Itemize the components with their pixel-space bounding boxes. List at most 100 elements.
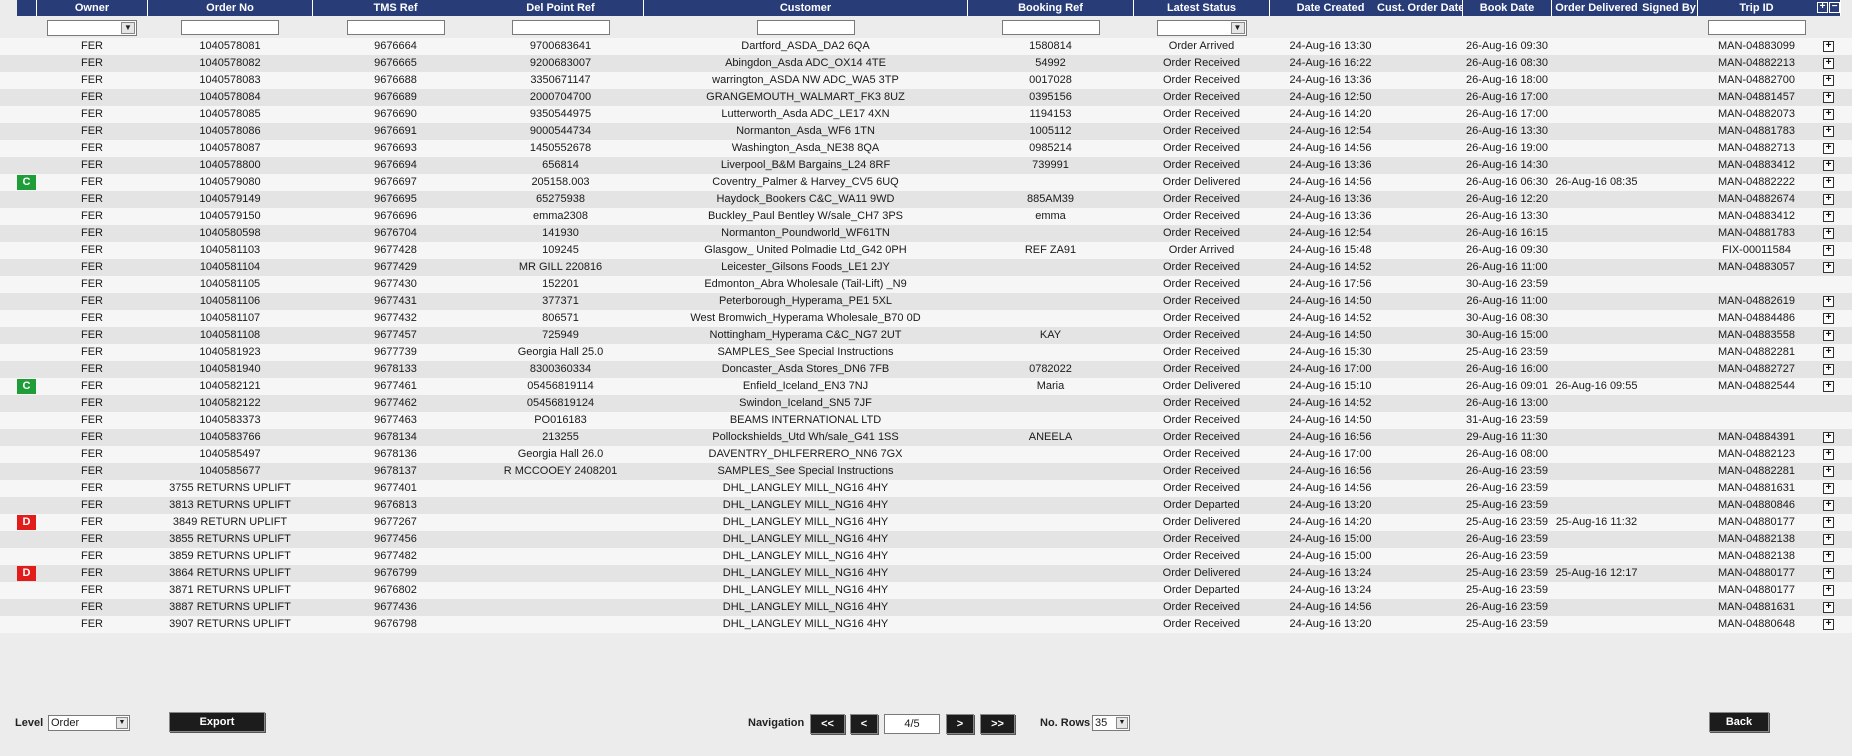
next-page-button[interactable]: > <box>946 714 974 734</box>
filter-trip-id-input[interactable] <box>1707 20 1806 35</box>
expand-row-icon[interactable]: + <box>1823 534 1834 545</box>
filter-latest-status-select[interactable]: ▼ <box>1156 20 1247 36</box>
table-row[interactable]: FER 1040582122 9677462 05456819124 Swindon_I… <box>0 395 1852 412</box>
table-row[interactable]: FER 1040578800 9676694 656814 Liverpool_B&M … <box>0 157 1852 174</box>
table-row[interactable]: FER 3855 RETURNS UPLIFT 9677456 DHL_LANGLEY… <box>0 531 1852 548</box>
table-row[interactable]: FER 1040581104 9677429 MR GILL 220816 Leices… <box>0 259 1852 276</box>
cell-order-no: 3907 RETURNS UPLIFT <box>169 618 291 630</box>
expand-row-icon[interactable]: + <box>1823 602 1834 613</box>
column-header-order-no[interactable]: Order No <box>148 0 313 16</box>
table-row[interactable]: FER 1040578081 9676664 9700683641 Dartford_A… <box>0 38 1852 55</box>
filter-owner-select[interactable]: ▼ <box>47 20 137 36</box>
column-header-customer[interactable]: Customer <box>644 0 968 16</box>
table-row[interactable]: FER 1040583373 9677463 PO016183 BEAMS INTERN… <box>0 412 1852 429</box>
expand-row-icon[interactable]: + <box>1823 364 1834 375</box>
table-row[interactable]: FER 1040578084 9676689 2000704700 GRANGEMOUT… <box>0 89 1852 106</box>
page-indicator[interactable]: 4/5 <box>884 714 940 734</box>
last-page-button[interactable]: >> <box>980 714 1015 734</box>
expand-row-icon[interactable]: + <box>1823 347 1834 358</box>
table-row[interactable]: FER 1040579149 9676695 65275938 Haydock_Book… <box>0 191 1852 208</box>
expand-row-icon[interactable]: + <box>1823 551 1834 562</box>
expand-row-icon[interactable]: + <box>1823 466 1834 477</box>
expand-row-icon[interactable]: + <box>1823 483 1834 494</box>
level-select[interactable]: Order ▼ <box>48 715 130 731</box>
column-header-owner[interactable]: Owner <box>37 0 148 16</box>
expand-row-icon[interactable]: + <box>1823 381 1834 392</box>
expand-row-icon[interactable]: + <box>1823 517 1834 528</box>
table-row[interactable]: FER 3859 RETURNS UPLIFT 9677482 DHL_LANGLEY… <box>0 548 1852 565</box>
expand-all-icon[interactable]: + <box>1817 2 1828 13</box>
expand-row-icon[interactable]: + <box>1823 194 1834 205</box>
column-header-trip-id[interactable]: Trip ID <box>1698 0 1816 16</box>
table-row[interactable]: FER 1040578086 9676691 9000544734 Normanton_… <box>0 123 1852 140</box>
column-header-book-date[interactable]: Book Date <box>1463 0 1552 16</box>
table-row[interactable]: FER 1040585497 9678136 Georgia Hall 26.0 DAV… <box>0 446 1852 463</box>
table-row[interactable]: FER 1040581923 9677739 Georgia Hall 25.0 SAM… <box>0 344 1852 361</box>
column-header-booking-ref[interactable]: Booking Ref <box>968 0 1134 16</box>
expand-row-icon[interactable]: + <box>1823 75 1834 86</box>
filter-customer-input[interactable] <box>756 20 855 35</box>
expand-row-icon[interactable]: + <box>1823 143 1834 154</box>
expand-row-icon[interactable]: + <box>1823 432 1834 443</box>
column-header-cust-order-date[interactable]: Cust. Order Date <box>1377 0 1463 16</box>
filter-tms-ref-input[interactable] <box>346 20 445 35</box>
table-row[interactable]: FER 1040578085 9676690 9350544975 Lutterwort… <box>0 106 1852 123</box>
table-row[interactable]: D FER 3864 RETURNS UPLIFT 9676799 DHL_LANGLE… <box>0 565 1852 582</box>
table-row[interactable]: C FER 1040582121 9677461 05456819114 Enfield_… <box>0 378 1852 395</box>
table-row[interactable]: FER 1040581940 9678133 8300360334 Doncaster_… <box>0 361 1852 378</box>
expand-row-icon[interactable]: + <box>1823 126 1834 137</box>
collapse-all-icon[interactable]: − <box>1829 2 1840 13</box>
expand-row-icon[interactable]: + <box>1823 619 1834 630</box>
table-row[interactable]: FER 1040580598 9676704 141930 Normanton_Poun… <box>0 225 1852 242</box>
expand-row-icon[interactable]: + <box>1823 262 1834 273</box>
table-row[interactable]: D FER 3849 RETURN UPLIFT 9677267 DHL_LANGLEY… <box>0 514 1852 531</box>
column-header-latest-status[interactable]: Latest Status <box>1134 0 1270 16</box>
prev-page-button[interactable]: < <box>850 714 878 734</box>
expand-row-icon[interactable]: + <box>1823 585 1834 596</box>
table-row[interactable]: FER 1040581107 9677432 806571 West Bromwich_… <box>0 310 1852 327</box>
filter-booking-ref-input[interactable] <box>1001 20 1100 35</box>
expand-row-icon[interactable]: + <box>1823 449 1834 460</box>
table-row[interactable]: FER 3887 RETURNS UPLIFT 9677436 DHL_LANGLEY… <box>0 599 1852 616</box>
expand-row-icon[interactable]: + <box>1823 58 1834 69</box>
expand-row-icon[interactable]: + <box>1823 568 1834 579</box>
filter-del-point-ref-input[interactable] <box>511 20 610 35</box>
column-header-del-point-ref[interactable]: Del Point Ref <box>478 0 644 16</box>
expand-row-icon[interactable]: + <box>1823 296 1834 307</box>
expand-row-icon[interactable]: + <box>1823 211 1834 222</box>
table-row[interactable]: FER 1040578087 9676693 1450552678 Washington… <box>0 140 1852 157</box>
table-row[interactable]: FER 3871 RETURNS UPLIFT 9676802 DHL_LANGLEY… <box>0 582 1852 599</box>
expand-row-icon[interactable]: + <box>1823 160 1834 171</box>
filter-order-no-input[interactable] <box>181 20 279 35</box>
expand-row-icon[interactable]: + <box>1823 177 1834 188</box>
rows-select[interactable]: 35 ▼ <box>1092 715 1130 731</box>
first-page-button[interactable]: << <box>810 714 845 734</box>
table-row[interactable]: FER 1040581106 9677431 377371 Peterborough_H… <box>0 293 1852 310</box>
expand-row-icon[interactable]: + <box>1823 245 1834 256</box>
column-header-order-delivered[interactable]: Order Delivered <box>1552 0 1642 16</box>
column-header-tms-ref[interactable]: TMS Ref <box>313 0 479 16</box>
expand-row-icon[interactable]: + <box>1823 109 1834 120</box>
table-row[interactable]: FER 1040585677 9678137 R MCCOOEY 2408201 SAM… <box>0 463 1852 480</box>
table-row[interactable]: FER 1040578082 9676665 9200683007 Abingdon_A… <box>0 55 1852 72</box>
table-row[interactable]: FER 1040583766 9678134 213255 Pollockshields… <box>0 429 1852 446</box>
table-row[interactable]: FER 3813 RETURNS UPLIFT 9676813 DHL_LANGLEY… <box>0 497 1852 514</box>
expand-row-icon[interactable]: + <box>1823 330 1834 341</box>
table-row[interactable]: C FER 1040579080 9676697 205158.003 Coventry_… <box>0 174 1852 191</box>
table-row[interactable]: FER 1040581108 9677457 725949 Nottingham_Hyp… <box>0 327 1852 344</box>
column-header-date-created[interactable]: Date Created <box>1270 0 1392 16</box>
table-row[interactable]: FER 3907 RETURNS UPLIFT 9676798 DHL_LANGLEY… <box>0 616 1852 633</box>
expand-row-icon[interactable]: + <box>1823 92 1834 103</box>
expand-row-icon[interactable]: + <box>1823 500 1834 511</box>
table-row[interactable]: FER 1040581105 9677430 152201 Edmonton_Abra … <box>0 276 1852 293</box>
expand-row-icon[interactable]: + <box>1823 313 1834 324</box>
export-button[interactable]: Export <box>169 712 265 732</box>
table-row[interactable]: FER 1040578083 9676688 3350671147 warrington… <box>0 72 1852 89</box>
expand-row-icon[interactable]: + <box>1823 41 1834 52</box>
table-row[interactable]: FER 1040579150 9676696 emma2308 Buckley_Paul… <box>0 208 1852 225</box>
back-button[interactable]: Back <box>1709 712 1769 732</box>
table-row[interactable]: FER 1040581103 9677428 109245 Glasgow_ Unite… <box>0 242 1852 259</box>
column-header-signed-by[interactable]: Signed By <box>1641 0 1698 16</box>
table-row[interactable]: FER 3755 RETURNS UPLIFT 9677401 DHL_LANGLEY… <box>0 480 1852 497</box>
expand-row-icon[interactable]: + <box>1823 228 1834 239</box>
